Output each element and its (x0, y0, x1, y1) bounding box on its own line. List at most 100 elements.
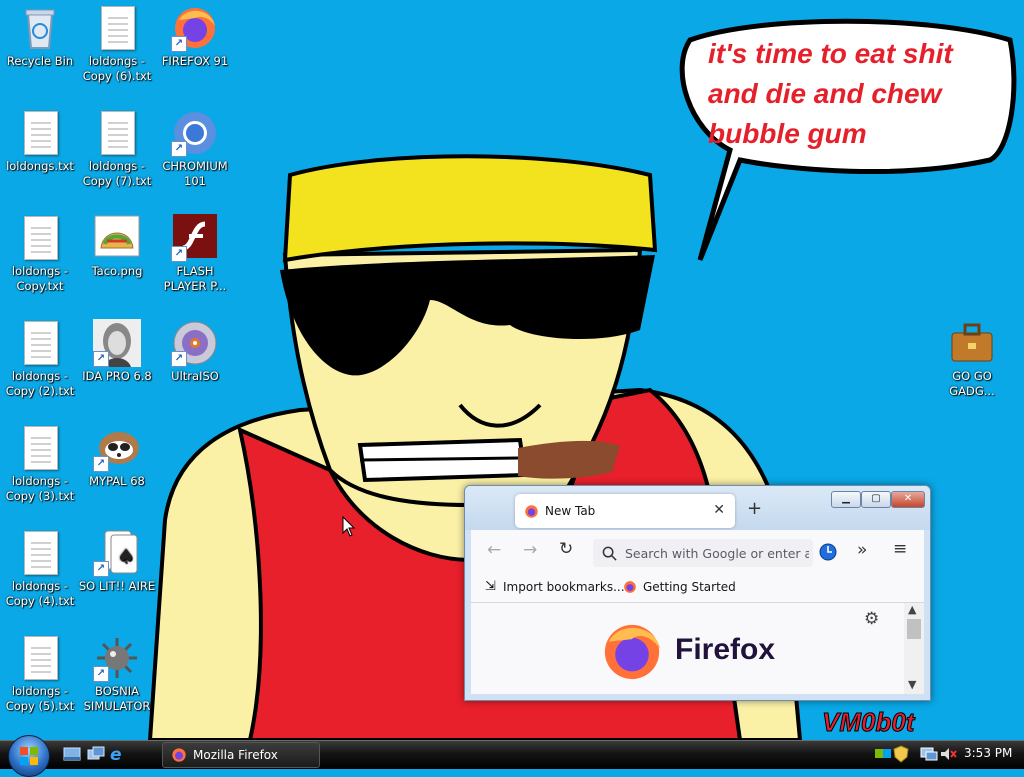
shortcut-arrow-icon: ↗ (93, 456, 109, 472)
desktop-icon-ida-pro[interactable]: ↗ IDA PRO 6.8 (77, 319, 157, 384)
icon-label: FIREFOX 91 (161, 54, 229, 68)
desktop-icon-solitaire[interactable]: ♠ ↗ SO LIT!! AIRE (77, 529, 157, 594)
tray-monitor-icon[interactable] (920, 745, 938, 763)
back-arrow-icon[interactable]: ← (487, 540, 501, 560)
tray-network-icon[interactable] (874, 745, 892, 763)
firefox-logo-icon (604, 624, 661, 680)
shortcut-arrow-icon: ↗ (93, 351, 109, 367)
desktop-icon-mypal[interactable]: ↗ MYPAL 68 (77, 424, 157, 489)
desktop-icon-recycle-bin[interactable]: Recycle Bin (0, 4, 80, 69)
scrollbar-thumb[interactable] (907, 619, 921, 639)
icon-label: loldongs - Copy (4).txt (5, 579, 75, 608)
desktop-icon-ultraiso[interactable]: ↗ UltraISO (155, 319, 235, 384)
url-placeholder: Search with Google or enter address (625, 546, 809, 561)
icon-label: loldongs.txt (6, 159, 74, 173)
desktop-icon-loldongs-copy-3[interactable]: loldongs - Copy (3).txt (0, 424, 80, 504)
text-file-icon (16, 634, 64, 682)
scroll-down-icon[interactable]: ▼ (908, 678, 916, 691)
bookmark-getting-started[interactable]: Getting Started (643, 580, 736, 594)
desktop-icon-loldongs-copy-7[interactable]: loldongs - Copy (7).txt (77, 109, 157, 189)
menu-hamburger-icon[interactable]: ≡ (893, 539, 907, 559)
import-icon: ⇲ (485, 579, 496, 594)
icon-label: loldongs - Copy (5).txt (5, 684, 75, 713)
desktop-icon-loldongs-copy[interactable]: loldongs - Copy.txt (0, 214, 80, 294)
minimize-button[interactable]: ▁ (831, 491, 861, 508)
firefox-favicon-icon (624, 581, 636, 593)
flash-player-icon: ↗ (171, 214, 219, 262)
windows-logo-icon (20, 747, 38, 765)
desktop-icon-loldongs-copy-2[interactable]: loldongs - Copy (2).txt (0, 319, 80, 399)
tab-close-icon[interactable]: ✕ (713, 502, 725, 518)
desktop-icon-loldongs-copy-5[interactable]: loldongs - Copy (5).txt (0, 634, 80, 714)
desktop-icon-taco[interactable]: Taco.png (77, 214, 157, 279)
desktop-icon-flash-player[interactable]: ↗ FLASH PLAYER P... (155, 214, 235, 294)
window-close-button[interactable]: ✕ (891, 491, 925, 508)
desktop-icon-go-go-gadget[interactable]: GO GO GADG... (932, 319, 1012, 399)
show-desktop-icon[interactable] (63, 745, 81, 763)
icon-label: loldongs - Copy (6).txt (82, 54, 152, 83)
desktop-icon-loldongs-copy-6[interactable]: loldongs - Copy (6).txt (77, 4, 157, 84)
tab-strip: New Tab ✕ + ▁ ▢ ✕ (465, 486, 930, 530)
search-icon (602, 546, 617, 561)
shortcut-arrow-icon: ↗ (93, 561, 109, 577)
speech-line-2: and die and chew (708, 78, 944, 109)
tab-title: New Tab (545, 504, 596, 518)
tray-shield-icon[interactable] (892, 745, 910, 763)
mouse-cursor-icon (342, 516, 356, 537)
icon-label: MYPAL 68 (89, 474, 145, 488)
taskbar-button-firefox[interactable]: Mozilla Firefox (162, 742, 320, 768)
chromium-icon: ↗ (171, 109, 219, 157)
internet-explorer-icon[interactable]: e (110, 745, 128, 765)
icon-label: UltraISO (171, 369, 219, 383)
icon-label: FLASH PLAYER P... (163, 264, 227, 293)
icon-label: SO LIT!! AIRE (78, 579, 156, 593)
desktop-icon-firefox-91[interactable]: ↗ FIREFOX 91 (155, 4, 235, 69)
text-file-icon (16, 529, 64, 577)
shortcut-arrow-icon: ↗ (93, 666, 109, 682)
shortcut-arrow-icon: ↗ (171, 246, 187, 262)
text-file-icon (16, 109, 64, 157)
taskbar (0, 740, 1024, 769)
icon-label: loldongs - Copy.txt (11, 264, 69, 293)
bookmark-import[interactable]: Import bookmarks... (503, 580, 625, 594)
desktop-icon-chromium-101[interactable]: ↗ CHROMIUM 101 (155, 109, 235, 189)
firefox-icon: ↗ (171, 4, 219, 52)
shortcut-arrow-icon: ↗ (171, 141, 187, 157)
desktop-icon-loldongs-copy-4[interactable]: loldongs - Copy (4).txt (0, 529, 80, 609)
overflow-chevron-icon[interactable]: » (857, 540, 867, 560)
shortcut-arrow-icon: ↗ (171, 351, 187, 367)
maximize-button[interactable]: ▢ (861, 491, 891, 508)
text-file-icon (93, 4, 141, 52)
scroll-up-icon[interactable]: ▲ (908, 603, 916, 616)
firefox-wordmark: Firefox (675, 633, 776, 666)
settings-gear-icon[interactable]: ⚙ (864, 609, 879, 629)
icon-label: loldongs - Copy (7).txt (82, 159, 152, 188)
new-tab-plus-icon[interactable]: + (747, 498, 762, 519)
text-file-icon (16, 319, 64, 367)
ultraiso-icon: ↗ (171, 319, 219, 367)
desktop-icon-loldongs-txt[interactable]: loldongs.txt (0, 109, 80, 174)
shortcut-arrow-icon: ↗ (171, 36, 187, 52)
icon-label: BOSNIA SIMULATOR (83, 684, 151, 713)
recycle-bin-icon (16, 4, 64, 52)
forward-arrow-icon[interactable]: → (523, 540, 537, 560)
switch-windows-icon[interactable] (87, 745, 105, 763)
firefox-favicon-icon (525, 505, 538, 518)
icon-label: loldongs - Copy (3).txt (5, 474, 75, 503)
account-icon[interactable] (819, 543, 837, 561)
taskbar-button-label: Mozilla Firefox (193, 748, 278, 762)
desktop-icon-bosnia-simulator[interactable]: ↗ BOSNIA SIMULATOR (77, 634, 157, 714)
ida-pro-icon: ↗ (93, 319, 141, 367)
firefox-window[interactable]: New Tab ✕ + ▁ ▢ ✕ ← → ↻ Search with Goog… (464, 485, 931, 701)
solitaire-icon: ♠ ↗ (93, 529, 141, 577)
tray-volume-muted-icon[interactable] (939, 745, 957, 763)
text-file-icon (16, 214, 64, 262)
reload-icon[interactable]: ↻ (559, 539, 573, 559)
start-button[interactable] (8, 735, 50, 777)
speech-line-3: bubble gum (708, 118, 867, 149)
url-bar[interactable]: Search with Google or enter address (593, 539, 813, 567)
tab-new-tab[interactable]: New Tab ✕ (515, 494, 735, 528)
icon-label: Recycle Bin (6, 54, 74, 68)
vertical-scrollbar[interactable]: ▲ ▼ (904, 603, 924, 694)
taskbar-clock[interactable]: 3:53 PM (964, 746, 1012, 760)
